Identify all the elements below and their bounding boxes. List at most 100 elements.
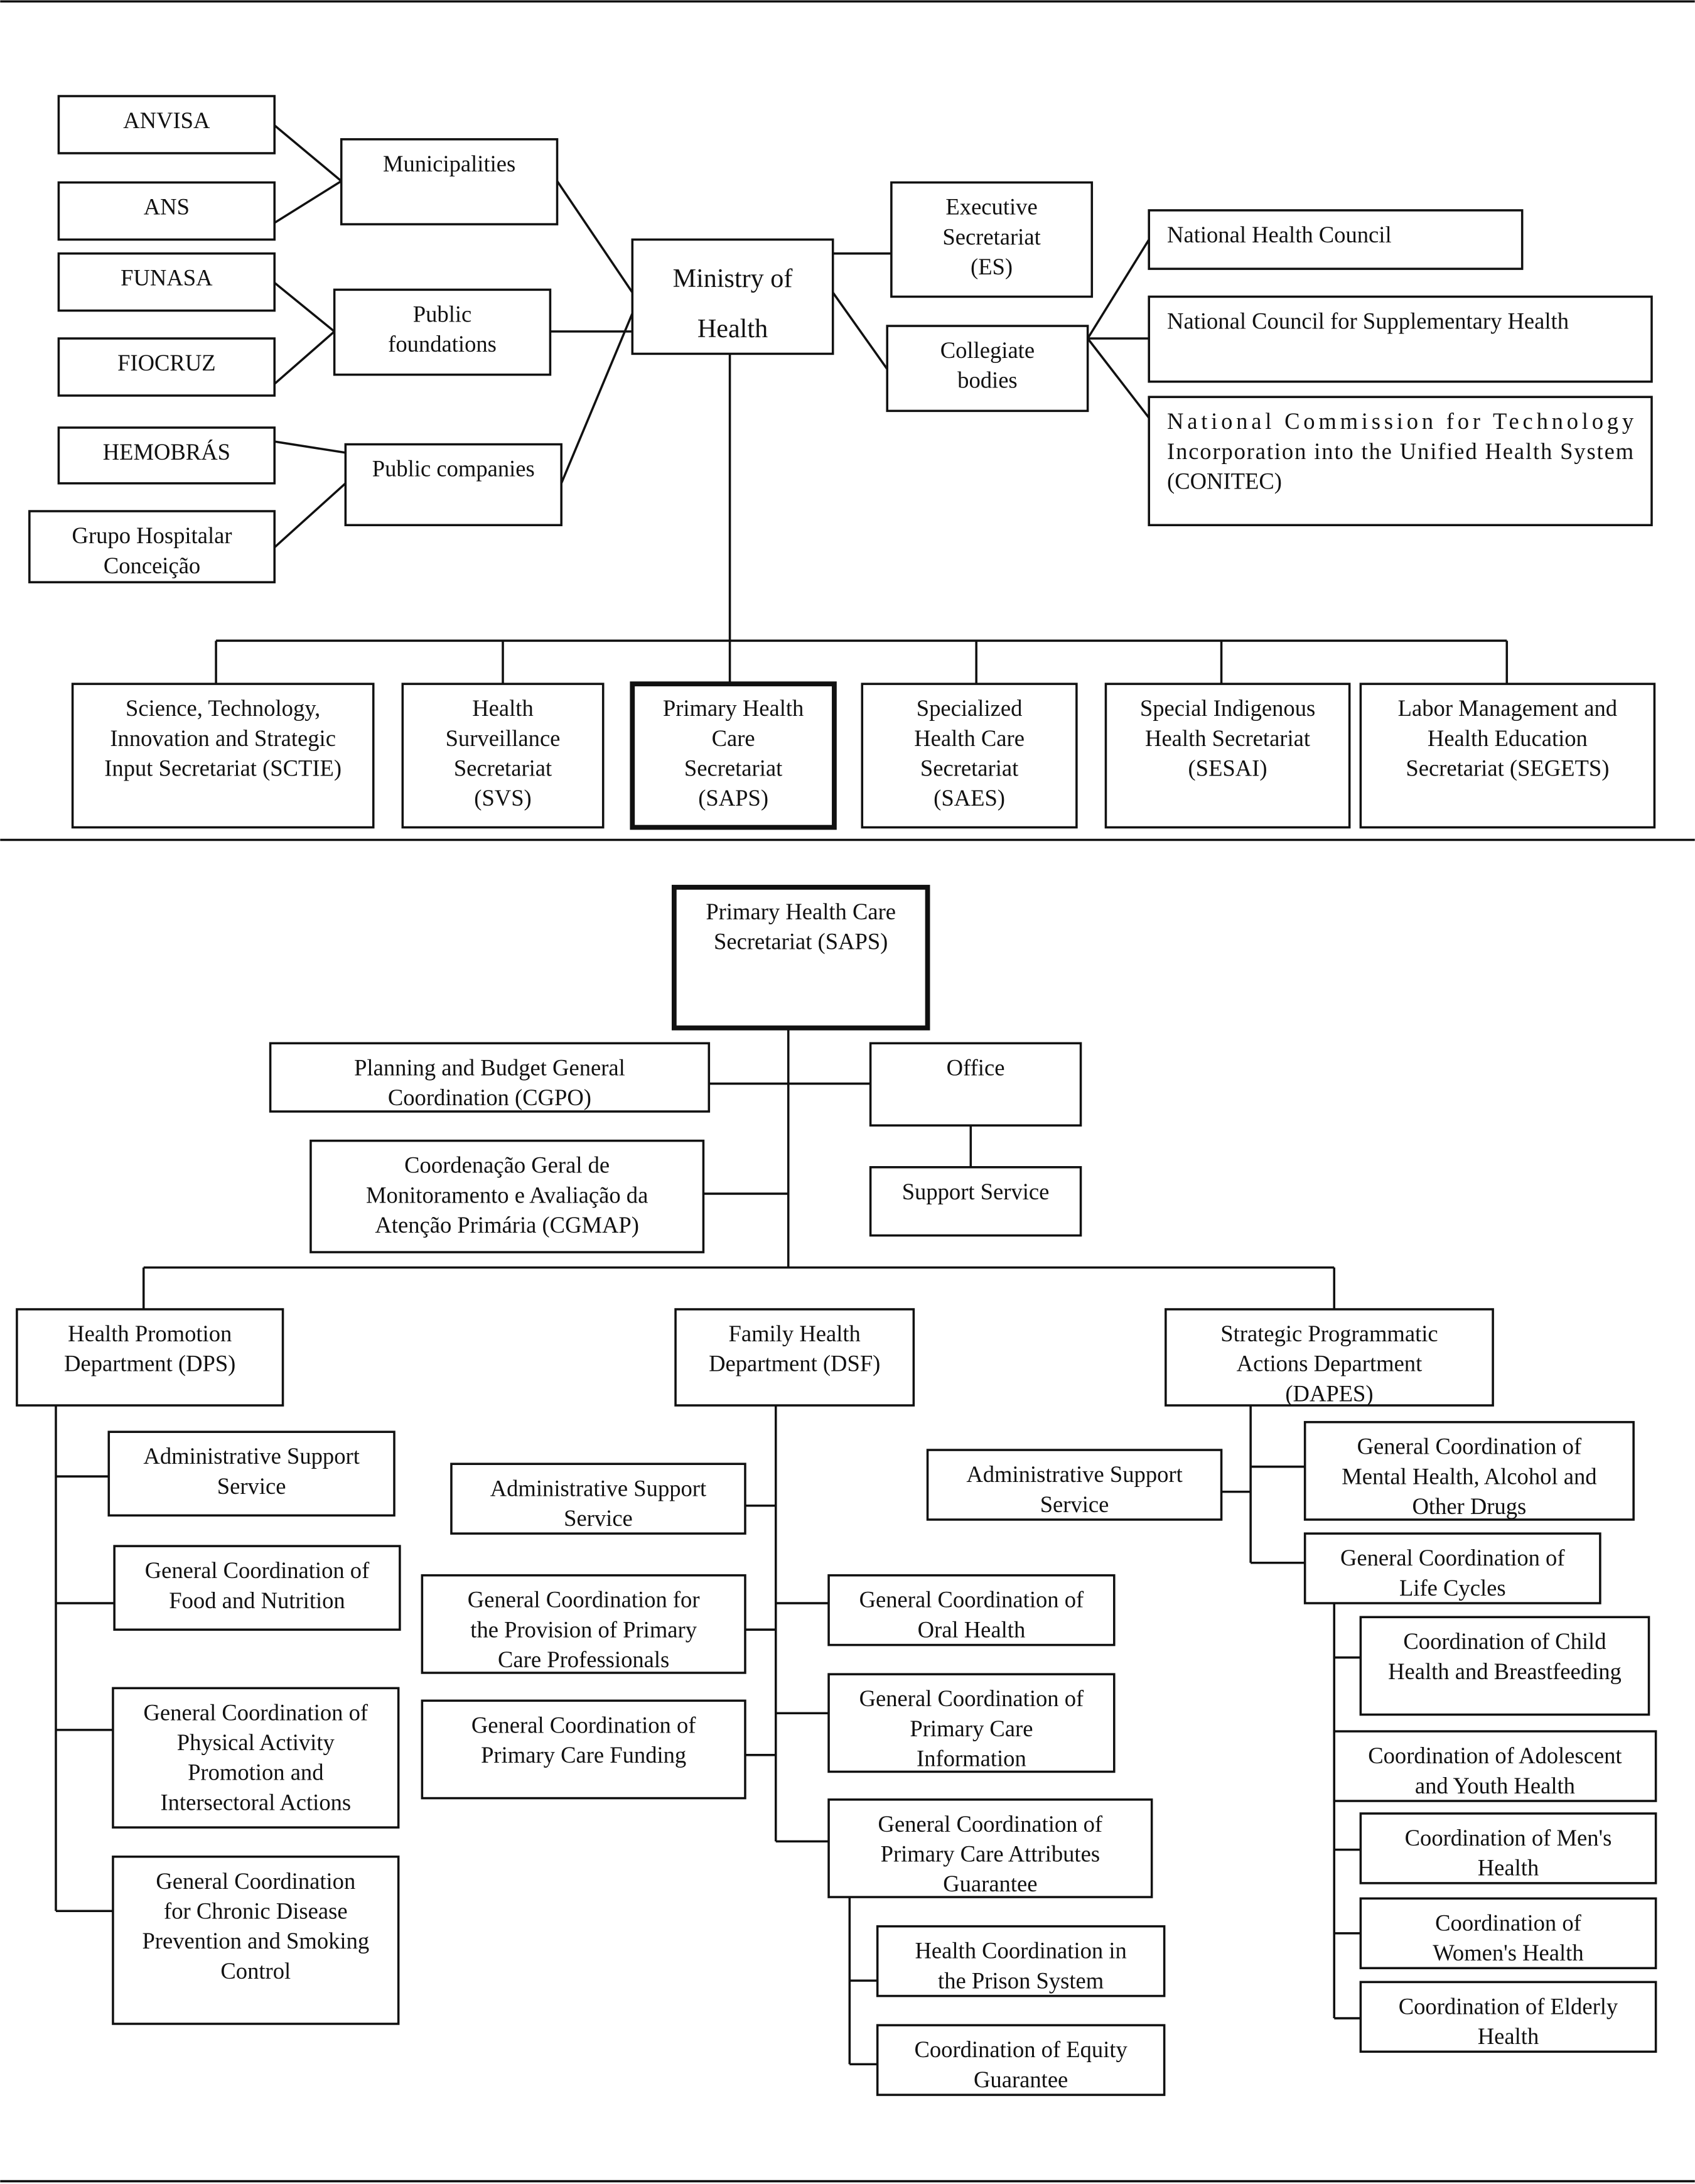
connector-line [274, 124, 342, 182]
box-label-line: Administrative Support [490, 1475, 706, 1501]
box-label-line: General Coordination of [471, 1712, 696, 1738]
org-box-dsf-oral: General Coordination of Oral Health [827, 1574, 1116, 1646]
box-label-line: Planning and Budget General [354, 1054, 625, 1080]
org-boxes: ANVISA ANS FUNASA FIOCRUZ HEMOBRÁS Grupo Hosp… [16, 95, 1657, 2096]
org-box-ghc: Grupo Hospitalar Conceição [28, 510, 276, 583]
connector-line [274, 482, 347, 549]
box-label-line: Secretariat [454, 755, 552, 781]
box-label-line: (SESAI) [1188, 755, 1267, 781]
box-label-line: Coordination of Child [1403, 1628, 1606, 1654]
box-label-line: Coordination of Elderly [1399, 1993, 1618, 2019]
box-label-line: for Chronic Disease [164, 1898, 348, 1923]
box-label-line: Food and Nutrition [169, 1587, 345, 1613]
box-label-line: Office [947, 1054, 1005, 1080]
box-label-line: Primary Care Funding [481, 1742, 686, 1768]
box-label-line: Intersectoral Actions [160, 1789, 351, 1815]
box-label-line: Department (DPS) [64, 1351, 235, 1376]
box-label-line: Health [697, 314, 768, 343]
box-label-line: (SVS) [474, 785, 531, 811]
box-label-line: Incorporation into the Unified Health Sy… [1167, 438, 1633, 464]
org-box-dapes-women: Coordination of Women's Health [1359, 1897, 1657, 1969]
box-label-line: Secretariat [920, 755, 1018, 781]
box-label-line: ANS [144, 194, 190, 220]
org-box-ncsh: National Council for Supplementary Healt… [1148, 295, 1653, 383]
connector-line [832, 291, 888, 370]
box-label-line: General Coordination of [144, 1699, 369, 1725]
box-label-line: Atenção Primária (CGMAP) [375, 1212, 639, 1238]
connector-line [274, 440, 346, 454]
org-box-saps-top: Primary Health Care Secretariat (SAPS) [630, 681, 837, 830]
box-label-line: Information [917, 1746, 1026, 1771]
org-box-dsf-prison: Health Coordination in the Prison System [876, 1925, 1166, 1997]
box-label-line: Service [217, 1473, 286, 1499]
org-box-public-foundations: Public foundations [333, 288, 552, 376]
box-label-line: Labor Management and [1398, 695, 1617, 721]
box-label-line: Administrative Support [143, 1443, 359, 1469]
org-box-dapes-child: Coordination of Child Health and Breastfe… [1359, 1616, 1650, 1716]
box-label-line: bodies [957, 367, 1017, 393]
box-label-line: Special Indigenous [1140, 695, 1315, 721]
box-label-line: the Prison System [938, 1967, 1104, 1993]
org-box-municipalities: Municipalities [340, 138, 559, 225]
box-label-line: Service [564, 1505, 633, 1531]
box-label-line: Municipalities [383, 151, 515, 176]
org-box-dps-admin: Administrative Support Service [107, 1430, 396, 1517]
connector-line [556, 180, 633, 293]
box-label-line: FIOCRUZ [117, 350, 216, 376]
org-box-dapes-mental: General Coordination of Mental Health, Al… [1303, 1420, 1635, 1521]
box-label-line: Coordination of Equity [914, 2036, 1127, 2062]
org-box-fiocruz: FIOCRUZ [57, 337, 276, 397]
box-label-line: Actions Department [1237, 1351, 1423, 1376]
box-label-line: Health [472, 695, 534, 721]
box-label-line: Guarantee [943, 1871, 1037, 1896]
box-label-line: Specialized [917, 695, 1023, 721]
org-box-office: Office [869, 1042, 1082, 1127]
box-label-line: and Youth Health [1415, 1773, 1575, 1798]
org-box-segets: Labor Management and Health Education Secr… [1359, 683, 1656, 829]
box-label-line: Primary Care Attributes [881, 1841, 1100, 1867]
box-label-line: Monitoramento e Avaliação da [366, 1182, 648, 1208]
box-label-line: Coordenação Geral de [404, 1152, 610, 1178]
box-label-line: Control [220, 1958, 291, 1984]
box-label-line: Ministry of [673, 264, 794, 293]
box-label-line: Oral Health [918, 1616, 1026, 1642]
box-label-line: foundations [388, 331, 497, 357]
org-box-dsf-professionals: General Coordination for the Provision of… [421, 1574, 746, 1674]
box-label-line: General Coordination of [859, 1587, 1084, 1613]
org-box-funasa: FUNASA [57, 252, 276, 312]
box-label-line: Secretariat [684, 755, 782, 781]
connector-line [274, 281, 335, 333]
box-label-line: Prevention and Smoking [142, 1928, 369, 1954]
box-label-line: Input Secretariat (SCTIE) [104, 755, 342, 781]
box-label-line: Care [712, 725, 755, 751]
org-box-dps-physical: General Coordination of Physical Activity… [112, 1687, 400, 1829]
box-label-line: Collegiate [940, 337, 1035, 363]
org-box-dapes-adolescent: Coordination of Adolescent and Youth Heal… [1333, 1730, 1657, 1802]
connector-line [1087, 337, 1150, 419]
box-label-line: National Council for Supplementary Healt… [1167, 308, 1569, 333]
org-box-dsf-info: General Coordination of Primary Care Infor… [827, 1673, 1116, 1773]
connector-line [266, 330, 335, 391]
org-box-dapes-men: Coordination of Men's Health [1359, 1812, 1657, 1884]
org-box-hemobras: HEMOBRÁS [57, 426, 276, 485]
org-box-svs: Health Surveillance Secretariat (SVS) [401, 683, 605, 829]
org-box-dsf-admin: Administrative Support Service [450, 1462, 746, 1535]
box-label-line: Health Secretariat [1145, 725, 1310, 751]
org-box-cgpo: Planning and Budget General Coordination … [269, 1042, 711, 1113]
org-box-national-health-council: National Health Council [1148, 209, 1524, 270]
box-label-line: Life Cycles [1399, 1575, 1506, 1601]
box-label-line: Strategic Programmatic [1220, 1321, 1438, 1346]
box-label-line: Women's Health [1433, 1940, 1583, 1965]
box-label-line: Coordination (CGPO) [388, 1084, 591, 1110]
box-label-line: Family Health [729, 1321, 861, 1346]
org-box-dsf: Family Health Department (DSF) [674, 1308, 915, 1407]
box-label-line: (CONITEC) [1167, 468, 1282, 494]
box-label-line: Department (DSF) [709, 1351, 880, 1376]
org-box-dps-food: General Coordination of Food and Nutritio… [113, 1545, 401, 1631]
box-label-line: Physical Activity [177, 1729, 335, 1755]
box-label-line: Promotion and [188, 1760, 323, 1785]
org-box-saes: Specialized Health Care Secretariat (SAES) [861, 683, 1078, 829]
box-label-line: Health Education [1428, 725, 1588, 751]
box-label-line: General Coordination of [859, 1685, 1084, 1711]
connector-line [1087, 239, 1150, 339]
